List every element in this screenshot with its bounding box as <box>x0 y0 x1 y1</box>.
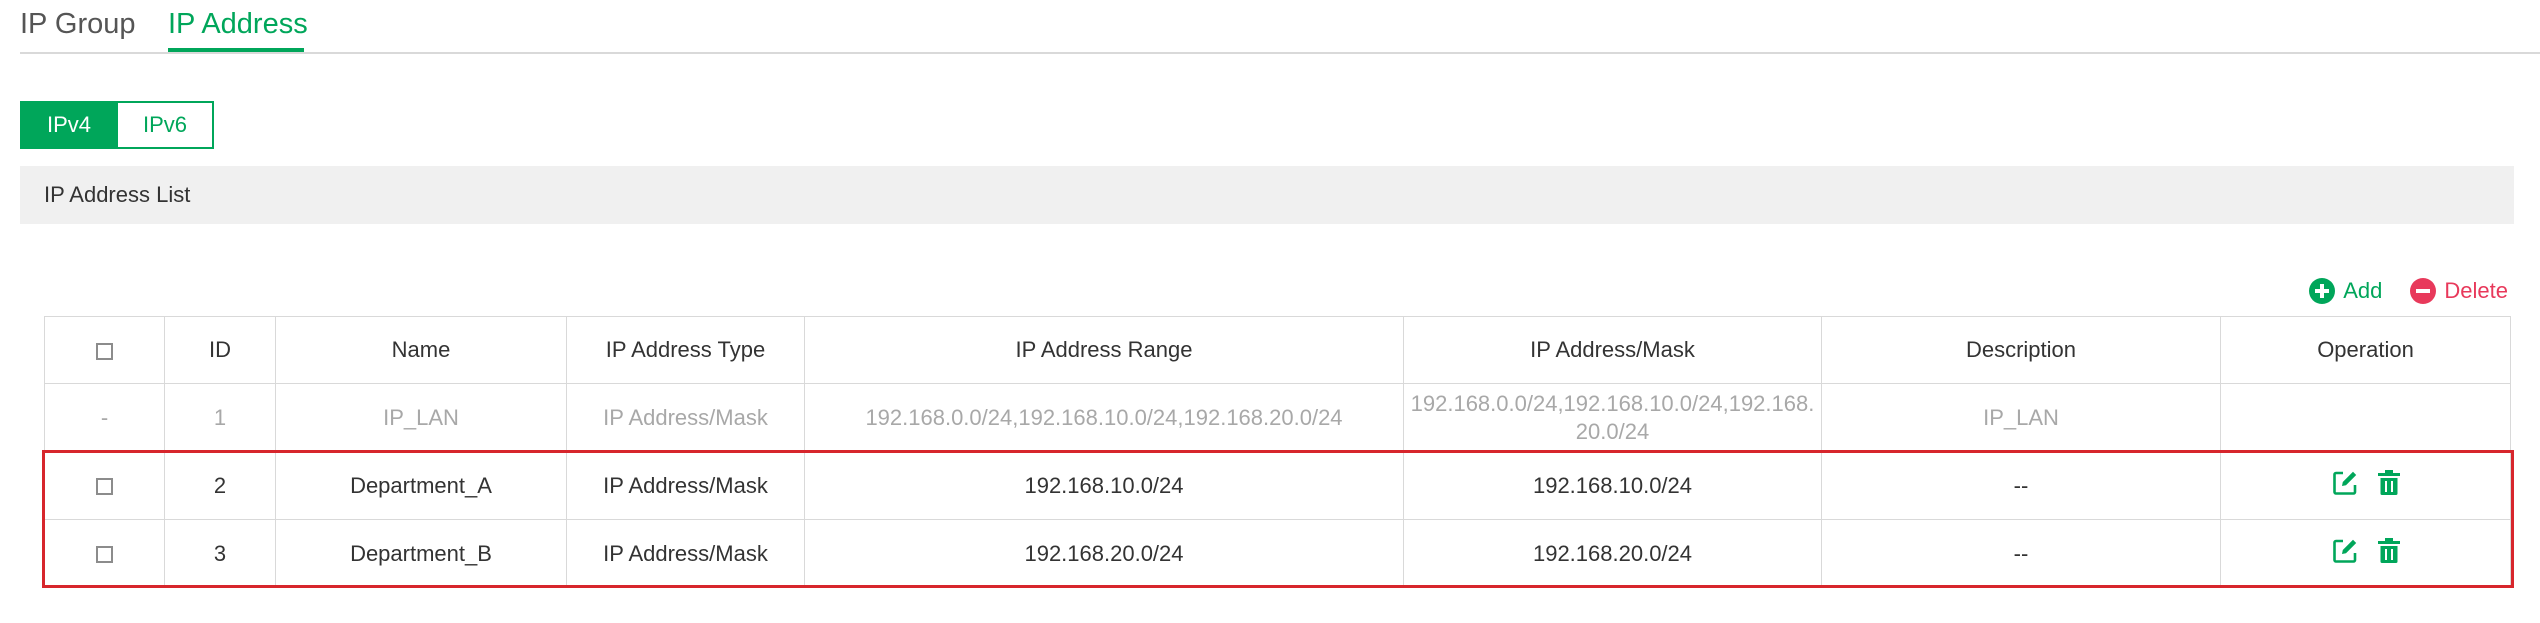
row-range: 192.168.0.0/24,192.168.10.0/24,192.168.2… <box>804 383 1404 452</box>
row-range: 192.168.20.0/24 <box>804 519 1404 588</box>
row-mask: 192.168.0.0/24,192.168.10.0/24,192.168.2… <box>1403 383 1822 452</box>
row-type: IP Address/Mask <box>566 383 805 452</box>
table-row: 3 Department_B IP Address/Mask 192.168.2… <box>44 519 2511 588</box>
row-type: IP Address/Mask <box>566 519 805 588</box>
row-checkbox[interactable] <box>96 478 113 496</box>
row-operation <box>2220 383 2511 452</box>
header-mask: IP Address/Mask <box>1403 316 1822 384</box>
select-all-checkbox[interactable] <box>96 342 113 360</box>
header-type: IP Address Type <box>566 316 805 384</box>
ip-address-table: ID Name IP Address Type IP Address Range… <box>44 316 2511 588</box>
row-mask: 192.168.20.0/24 <box>1403 519 1822 588</box>
header-range: IP Address Range <box>804 316 1404 384</box>
tab-ip-group[interactable]: IP Group <box>20 8 136 41</box>
delete-button[interactable]: Delete <box>2410 278 2508 304</box>
tab-ip-address[interactable]: IP Address <box>168 8 308 41</box>
edit-icon[interactable] <box>2331 469 2359 503</box>
table-row: - 1 IP_LAN IP Address/Mask 192.168.0.0/2… <box>44 383 2511 452</box>
table-row: 2 Department_A IP Address/Mask 192.168.1… <box>44 451 2511 520</box>
row-description: -- <box>1821 519 2221 588</box>
active-tab-underline <box>168 48 304 52</box>
row-select-placeholder: - <box>44 383 165 452</box>
header-select <box>44 316 165 384</box>
row-id: 2 <box>164 451 276 520</box>
row-description: -- <box>1821 451 2221 520</box>
row-name: IP_LAN <box>275 383 567 452</box>
row-checkbox[interactable] <box>96 546 113 564</box>
row-name: Department_B <box>275 519 567 588</box>
table-header-row: ID Name IP Address Type IP Address Range… <box>44 316 2511 384</box>
minus-circle-icon <box>2410 278 2437 304</box>
row-mask: 192.168.10.0/24 <box>1403 451 1822 520</box>
trash-icon[interactable] <box>2377 537 2401 571</box>
row-id: 1 <box>164 383 276 452</box>
ipv6-button[interactable]: IPv6 <box>118 101 214 149</box>
row-operation <box>2220 451 2511 520</box>
header-description: Description <box>1821 316 2221 384</box>
row-id: 3 <box>164 519 276 588</box>
section-title: IP Address List <box>20 166 2514 224</box>
ip-address-page: IP Group IP Address IPv4 IPv6 IP Address… <box>0 0 2540 623</box>
ipv4-button[interactable]: IPv4 <box>20 101 118 149</box>
add-label: Add <box>2343 278 2383 303</box>
trash-icon[interactable] <box>2377 469 2401 503</box>
add-button[interactable]: Add <box>2309 278 2382 304</box>
ip-version-toggle: IPv4 IPv6 <box>20 101 214 149</box>
tab-bar: IP Group IP Address <box>20 0 2540 54</box>
header-name: Name <box>275 316 567 384</box>
header-operation: Operation <box>2220 316 2511 384</box>
row-range: 192.168.10.0/24 <box>804 451 1404 520</box>
row-select <box>44 451 165 520</box>
delete-label: Delete <box>2444 278 2508 303</box>
row-select <box>44 519 165 588</box>
plus-circle-icon <box>2309 278 2336 304</box>
row-type: IP Address/Mask <box>566 451 805 520</box>
header-id: ID <box>164 316 276 384</box>
edit-icon[interactable] <box>2331 537 2359 571</box>
row-name: Department_A <box>275 451 567 520</box>
table-actions: Add Delete <box>2309 278 2508 304</box>
row-description: IP_LAN <box>1821 383 2221 452</box>
row-operation <box>2220 519 2511 588</box>
row-mask-text: 192.168.0.0/24,192.168.10.0/24,192.168.2… <box>1410 390 1815 444</box>
